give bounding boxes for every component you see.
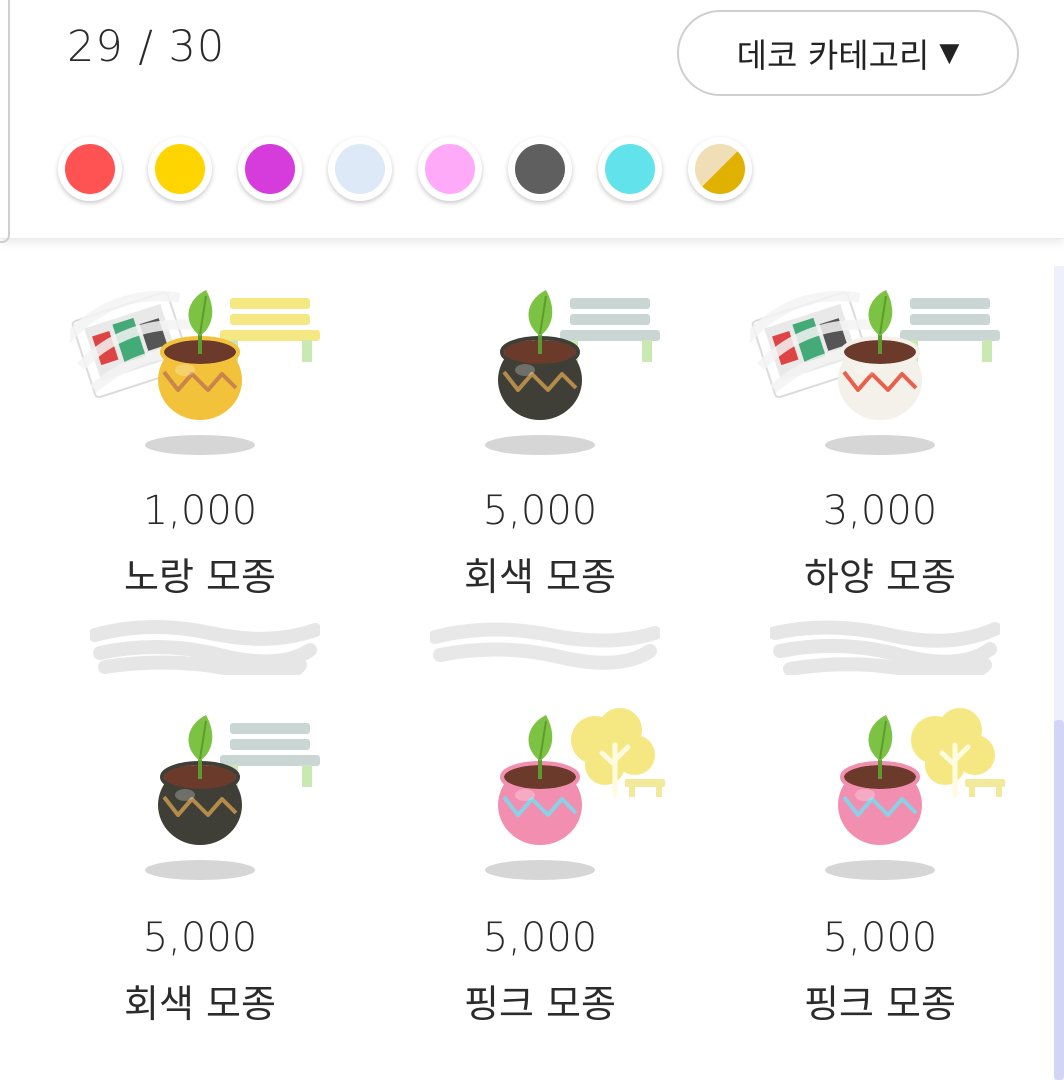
item-price: 5,000 bbox=[482, 915, 598, 961]
tree-decoration bbox=[911, 708, 1005, 798]
item-name: 핑크 모종 bbox=[464, 982, 616, 1026]
scrollbar-thumb[interactable] bbox=[1054, 720, 1064, 1080]
pot-shadow bbox=[145, 860, 255, 880]
pot-shadow bbox=[825, 860, 935, 880]
item-price: 1,000 bbox=[142, 488, 258, 534]
pot-shadow bbox=[145, 435, 255, 455]
item-price: 5,000 bbox=[482, 488, 598, 534]
panel-edge bbox=[0, 0, 10, 243]
item-name: 핑크 모종 bbox=[804, 982, 956, 1026]
scribbled-out-text bbox=[770, 620, 1000, 675]
item-name: 하양 모종 bbox=[804, 555, 956, 599]
chevron-down-icon: ▼ bbox=[939, 38, 960, 68]
color-swatch-pink[interactable] bbox=[418, 137, 482, 201]
color-swatch-red[interactable] bbox=[58, 137, 122, 201]
seedling-pot-image bbox=[70, 290, 320, 455]
item-name: 회색 모종 bbox=[124, 982, 276, 1026]
shop-item[interactable]: 3,000 하양 모종 bbox=[710, 250, 1050, 715]
category-dropdown-label: 데코 카테고리 bbox=[736, 36, 930, 75]
item-price: 5,000 bbox=[822, 915, 938, 961]
pot-shadow bbox=[485, 860, 595, 880]
tree-decoration bbox=[571, 708, 665, 798]
scribbled-out-text bbox=[430, 622, 660, 670]
color-swatch-magenta[interactable] bbox=[238, 137, 302, 201]
color-swatch-yellow[interactable] bbox=[148, 137, 212, 201]
seedling-pot-image bbox=[825, 708, 1005, 880]
pot-shadow bbox=[485, 435, 595, 455]
color-swatch-gold-beige[interactable] bbox=[688, 137, 752, 201]
filter-header: 29 / 30 데코 카테고리 ▼ bbox=[0, 0, 1064, 239]
category-dropdown-button[interactable]: 데코 카테고리 ▼ bbox=[677, 10, 1019, 96]
seedling-pot-image bbox=[485, 708, 665, 880]
item-name: 회색 모종 bbox=[464, 555, 616, 599]
deco-item-grid: 1,000 노랑 모종 5,000 회색 모종 3,000 하양 모종 5,00… bbox=[30, 250, 1050, 1075]
scribbled-out-text bbox=[90, 619, 320, 675]
seedling-pot-image bbox=[485, 290, 660, 455]
item-name: 노랑 모종 bbox=[124, 555, 276, 599]
item-price: 3,000 bbox=[822, 488, 938, 534]
shop-item[interactable]: 5,000 핑크 모종 bbox=[710, 708, 1050, 1075]
color-filter-bar bbox=[58, 137, 752, 201]
seedling-pot-image bbox=[145, 715, 320, 880]
shop-item[interactable]: 5,000 회색 모종 bbox=[30, 715, 370, 1075]
item-counter: 29 / 30 bbox=[67, 22, 226, 72]
seedling-pot-image bbox=[750, 290, 1000, 455]
pot-shadow bbox=[825, 435, 935, 455]
color-swatch-cyan[interactable] bbox=[598, 137, 662, 201]
shop-item[interactable]: 5,000 회색 모종 bbox=[370, 250, 710, 715]
shop-item[interactable]: 5,000 핑크 모종 bbox=[370, 708, 710, 1075]
item-price: 5,000 bbox=[142, 915, 258, 961]
shop-item[interactable]: 1,000 노랑 모종 bbox=[30, 250, 370, 715]
color-swatch-light-blue[interactable] bbox=[328, 137, 392, 201]
color-swatch-gray[interactable] bbox=[508, 137, 572, 201]
